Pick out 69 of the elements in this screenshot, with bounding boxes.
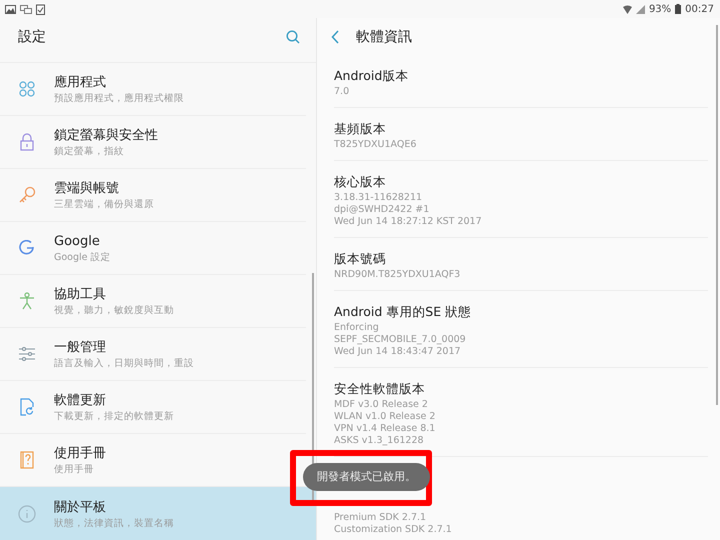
info-value: VPN v1.4 Release 8.1 bbox=[334, 423, 436, 435]
wifi-icon bbox=[622, 4, 632, 14]
settings-item[interactable]: 雲端與帳號 三星雲端，備份與還原 bbox=[0, 169, 306, 222]
apps-icon bbox=[19, 81, 35, 97]
item-title: 軟體更新 bbox=[54, 392, 107, 410]
person-icon bbox=[19, 292, 35, 310]
info-value: T825YDXU1AQE6 bbox=[334, 139, 418, 151]
item-subtitle: 下載更新，排定的軟體更新 bbox=[54, 410, 174, 423]
item-subtitle: 狀態，法律資訊，裝置名稱 bbox=[54, 516, 174, 530]
info-value: MDF v3.0 Release 2 bbox=[334, 399, 429, 411]
document-refresh-icon bbox=[20, 398, 34, 416]
info-value: dpi@SWHD2422 #1 bbox=[334, 204, 430, 216]
page-title: 軟體資訊 bbox=[356, 28, 412, 46]
item-subtitle: 三星雲端，備份與還原 bbox=[54, 198, 154, 211]
clock: 00:27 bbox=[685, 4, 714, 14]
screens-icon bbox=[20, 4, 32, 14]
item-title: 協助工具 bbox=[54, 286, 107, 304]
key-icon bbox=[18, 186, 36, 204]
settings-item[interactable]: 應用程式 預設應用程式，應用程式權限 bbox=[0, 63, 306, 116]
settings-item[interactable]: 一般管理 語言及輸入，日期與時間，重設 bbox=[0, 328, 306, 381]
info-title: 安全性軟體版本 bbox=[334, 380, 426, 398]
picture-icon bbox=[5, 4, 16, 14]
search-icon[interactable] bbox=[286, 30, 300, 44]
battery-icon bbox=[675, 4, 682, 14]
settings-title: 設定 bbox=[18, 28, 46, 46]
clipboard-check-icon bbox=[36, 4, 45, 14]
info-title: Android 專用的SE 狀態 bbox=[334, 303, 472, 321]
info-value: Premium SDK 2.7.1 bbox=[334, 512, 428, 524]
item-subtitle: 鎖定螢幕，指紋 bbox=[54, 145, 125, 158]
item-subtitle: 語言及輸入，日期與時間，重設 bbox=[54, 357, 194, 370]
info-value: 7.0 bbox=[334, 86, 350, 98]
settings-item[interactable]: 關於平板 狀態，法律資訊，裝置名稱 bbox=[0, 487, 316, 540]
item-title: Google bbox=[54, 233, 101, 251]
info-icon bbox=[18, 504, 36, 522]
info-title: 基頻版本 bbox=[334, 120, 387, 138]
item-subtitle: 預設應用程式，應用程式權限 bbox=[54, 92, 184, 105]
google-icon bbox=[19, 240, 35, 256]
info-value: SEPF_SECMOBILE_7.0_0009 bbox=[334, 334, 467, 346]
item-subtitle: Google 設定 bbox=[54, 251, 111, 264]
lock-icon bbox=[20, 133, 34, 151]
battery-percent: 93% bbox=[648, 4, 672, 14]
item-title: 關於平板 bbox=[54, 498, 107, 516]
back-icon[interactable] bbox=[331, 30, 340, 44]
info-value: ASKS v1.3_161228 bbox=[334, 435, 425, 447]
settings-item[interactable]: Google Google 設定 bbox=[0, 222, 306, 275]
sliders-icon bbox=[19, 347, 35, 361]
info-value: 3.18.31-11628211 bbox=[334, 192, 424, 204]
settings-item[interactable]: 鎖定螢幕與安全性 鎖定螢幕，指紋 bbox=[0, 116, 306, 169]
item-subtitle: 視覺，聽力，敏銳度與互動 bbox=[54, 304, 174, 317]
info-title: 版本號碼 bbox=[334, 250, 387, 268]
signal-icon bbox=[636, 4, 645, 14]
info-value: Customization SDK 2.7.1 bbox=[334, 524, 453, 536]
item-title: 一般管理 bbox=[54, 339, 107, 357]
item-title: 使用手冊 bbox=[54, 445, 106, 463]
info-value: WLAN v1.0 Release 2 bbox=[334, 411, 436, 423]
item-title: 鎖定螢幕與安全性 bbox=[54, 127, 158, 145]
item-title: 雲端與帳號 bbox=[54, 180, 120, 198]
info-value: Enforcing bbox=[334, 322, 380, 334]
settings-item[interactable]: 協助工具 視覺，聽力，敏銳度與互動 bbox=[0, 275, 306, 328]
info-value: Wed Jun 14 18:27:12 KST 2017 bbox=[334, 216, 483, 228]
info-value: Wed Jun 14 18:43:47 2017 bbox=[334, 346, 462, 358]
settings-item[interactable]: 軟體更新 下載更新，排定的軟體更新 bbox=[0, 381, 306, 434]
info-value: NRD90M.T825YDXU1AQF3 bbox=[334, 269, 462, 281]
info-title: 核心版本 bbox=[334, 173, 387, 191]
item-title: 應用程式 bbox=[54, 74, 107, 92]
toast: 開發者模式已啟用。 bbox=[303, 463, 430, 491]
info-title: Android版本 bbox=[334, 67, 410, 85]
book-question-icon bbox=[20, 451, 34, 469]
item-subtitle: 使用手冊 bbox=[54, 463, 95, 476]
